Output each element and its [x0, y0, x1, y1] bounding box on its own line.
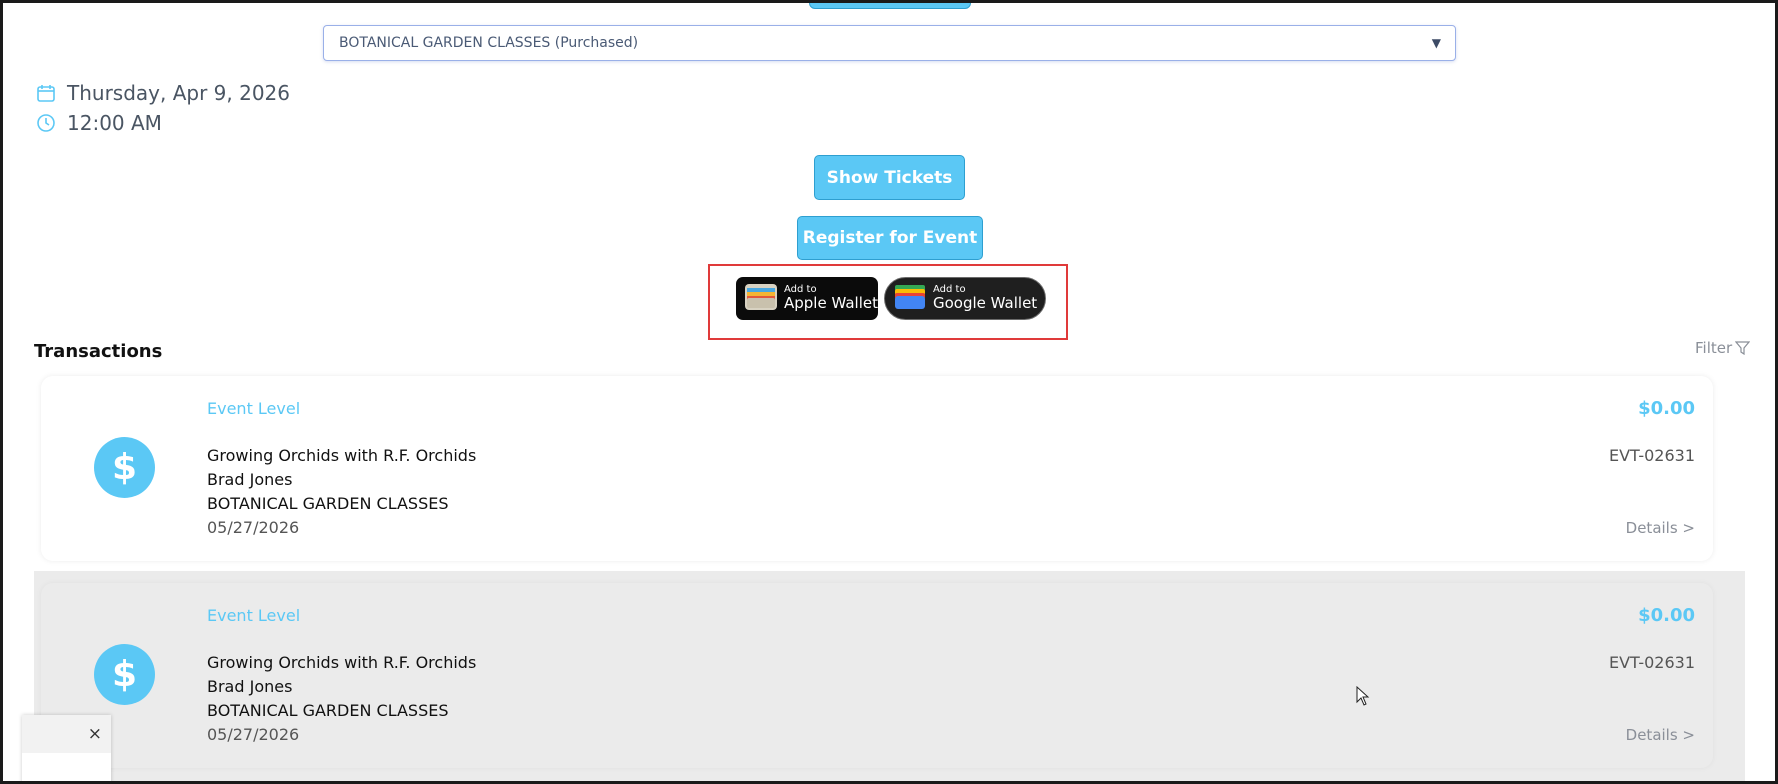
- transactions-list: $ Event Level Growing Orchids with R.F. …: [3, 373, 1775, 781]
- event-select-value: BOTANICAL GARDEN CLASSES (Purchased): [339, 35, 639, 51]
- clock-icon: [35, 112, 57, 134]
- filter-label: Filter: [1695, 339, 1733, 357]
- transaction-level: Event Level: [207, 399, 301, 418]
- google-wallet-icon: [894, 284, 926, 314]
- add-to-apple-wallet-button[interactable]: Add to Apple Wallet: [736, 277, 878, 320]
- transactions-heading: Transactions: [34, 341, 163, 362]
- transaction-event-name: Growing Orchids with R.F. Orchids: [207, 446, 477, 465]
- transaction-date: 05/27/2026: [207, 725, 300, 744]
- dollar-icon: $: [94, 437, 155, 498]
- event-select-dropdown[interactable]: BOTANICAL GARDEN CLASSES (Purchased) ▼: [323, 25, 1456, 61]
- transaction-card[interactable]: $ Event Level Growing Orchids with R.F. …: [41, 376, 1713, 561]
- add-to-google-wallet-button[interactable]: Add to Google Wallet: [884, 277, 1046, 320]
- transaction-person: Brad Jones: [207, 677, 293, 696]
- calendar-icon: [35, 82, 57, 104]
- dollar-icon: $: [94, 644, 155, 705]
- transaction-amount: $0.00: [1638, 398, 1695, 419]
- apple-wallet-big-text: Apple Wallet: [784, 293, 878, 312]
- transaction-event-name: Growing Orchids with R.F. Orchids: [207, 653, 477, 672]
- filter-button[interactable]: Filter: [1695, 339, 1751, 357]
- register-for-event-button[interactable]: Register for Event: [797, 216, 983, 260]
- top-button-stub[interactable]: [809, 3, 971, 9]
- chat-popup: ×: [22, 715, 111, 781]
- transaction-card[interactable]: $ Event Level Growing Orchids with R.F. …: [41, 583, 1713, 768]
- transaction-person: Brad Jones: [207, 470, 293, 489]
- event-time-row: 12:00 AM: [35, 111, 162, 135]
- transaction-class: BOTANICAL GARDEN CLASSES: [207, 494, 449, 513]
- google-wallet-big-text: Google Wallet: [933, 293, 1038, 312]
- chevron-down-icon: ▼: [1431, 36, 1441, 50]
- transaction-date: 05/27/2026: [207, 518, 300, 537]
- transaction-amount: $0.00: [1638, 605, 1695, 626]
- transaction-class: BOTANICAL GARDEN CLASSES: [207, 701, 449, 720]
- event-time: 12:00 AM: [67, 111, 162, 135]
- close-icon[interactable]: ×: [88, 724, 102, 744]
- apple-wallet-icon: [745, 283, 777, 314]
- mouse-cursor-icon: [1356, 685, 1370, 710]
- transaction-level: Event Level: [207, 606, 301, 625]
- event-date-row: Thursday, Apr 9, 2026: [35, 81, 290, 105]
- transaction-id: EVT-02631: [1608, 446, 1695, 465]
- popup-header: ×: [22, 715, 111, 753]
- show-tickets-button[interactable]: Show Tickets: [814, 155, 965, 200]
- wallet-buttons-highlight: Add to Apple Wallet Add to Google Wallet: [708, 264, 1068, 340]
- transaction-details-link[interactable]: Details >: [1626, 726, 1695, 744]
- filter-icon: [1735, 341, 1751, 355]
- transaction-id: EVT-02631: [1608, 653, 1695, 672]
- event-date: Thursday, Apr 9, 2026: [67, 81, 291, 105]
- app-frame: BOTANICAL GARDEN CLASSES (Purchased) ▼ T…: [0, 0, 1778, 784]
- transaction-details-link[interactable]: Details >: [1626, 519, 1695, 537]
